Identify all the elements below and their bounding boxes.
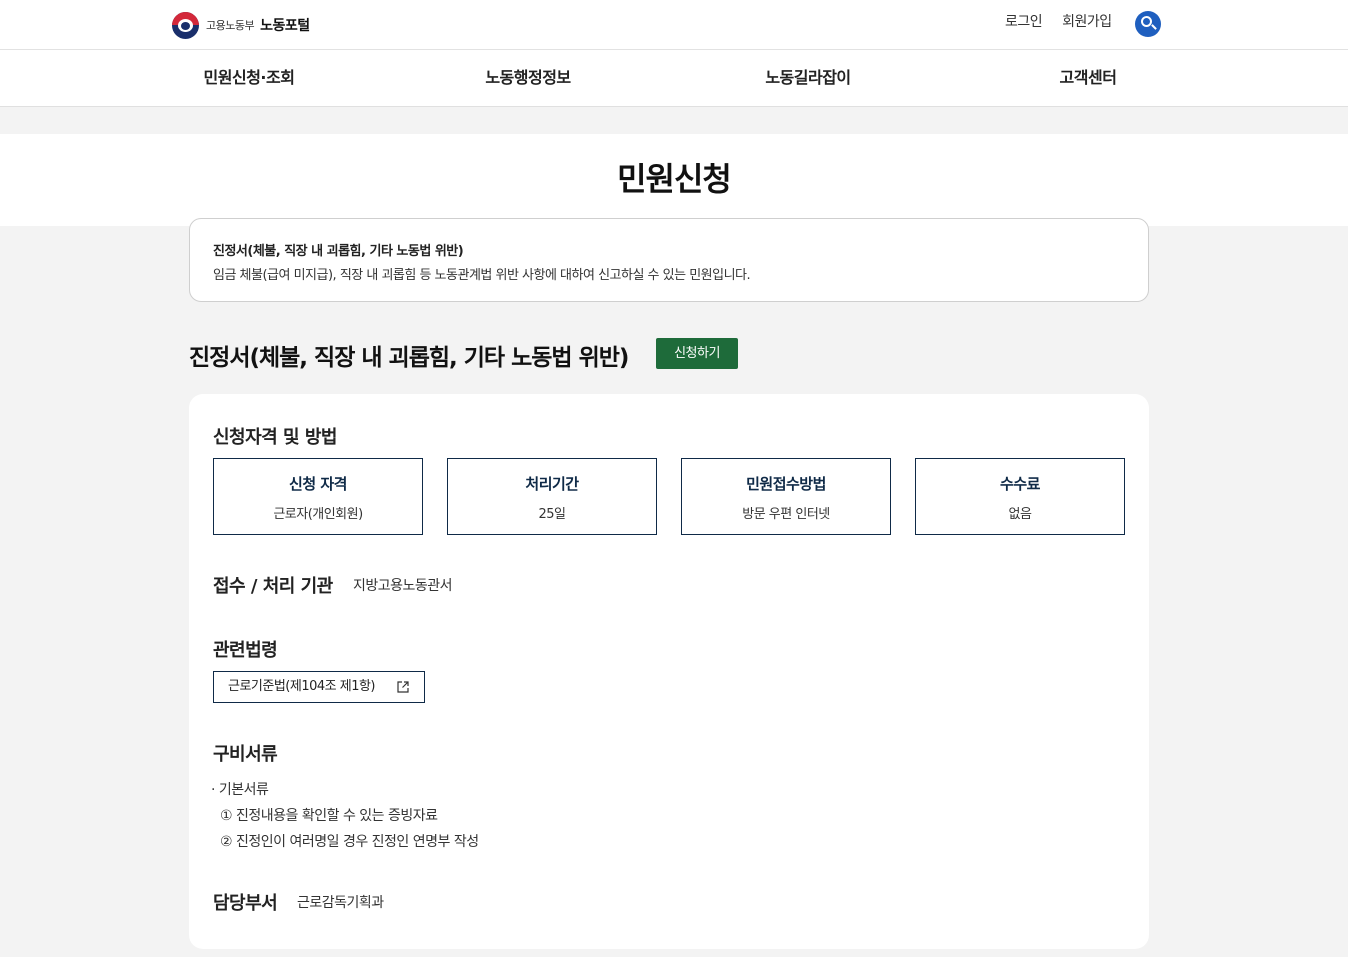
signup-link[interactable]: 회원가입 <box>1062 11 1112 31</box>
summary-title: 진정서(체불, 직장 내 괴롭힘, 기타 노동법 위반) <box>213 244 464 259</box>
document-item: ① 진정내용을 확인할 수 있는 증빙자료 <box>220 808 438 824</box>
related-law-label: 근로기준법(제104조 제1항) <box>228 679 376 694</box>
related-law-link[interactable]: 근로기준법(제104조 제1항) <box>213 671 425 703</box>
info-box-value: 방문 우편 인터넷 <box>742 507 830 522</box>
info-box-label: 신청 자격 <box>289 475 347 493</box>
department-value: 근로감독기획과 <box>297 895 384 911</box>
info-box-label: 민원접수방법 <box>746 475 826 493</box>
page-title: 민원신청 <box>617 160 732 198</box>
apply-button[interactable]: 신청하기 <box>656 338 738 369</box>
service-detail-card: 신청자격 및 방법 신청 자격 근로자(개인회원) 처리기간 25일 민원접수방… <box>189 394 1149 949</box>
summary-box: 진정서(체불, 직장 내 괴롭힘, 기타 노동법 위반) 임금 체불(급여 미지… <box>189 218 1149 302</box>
login-link[interactable]: 로그인 <box>1005 11 1043 31</box>
gnb-item-labor-guide[interactable]: 노동길라잡이 <box>708 50 908 106</box>
qualification-heading: 신청자격 및 방법 <box>213 427 337 448</box>
info-box-value: 근로자(개인회원) <box>273 507 363 522</box>
agency-value: 지방고용노동관서 <box>353 578 453 594</box>
info-box-label: 수수료 <box>1000 475 1040 493</box>
portal-logo[interactable]: 고용노동부 노동포털 <box>172 11 310 39</box>
law-heading: 관련법령 <box>213 640 278 661</box>
main-navigation: 민원신청·조회 노동행정정보 노동길라잡이 고객센터 <box>0 50 1348 107</box>
portal-name: 노동포털 <box>260 18 310 34</box>
info-box-label: 처리기간 <box>525 475 579 493</box>
department-heading: 담당부서 <box>213 893 278 914</box>
info-box-eligibility: 신청 자격 근로자(개인회원) <box>213 458 423 535</box>
auth-links: 로그인 회원가입 <box>1005 11 1112 31</box>
info-box-value: 없음 <box>1008 507 1032 522</box>
documents-group: · 기본서류 <box>211 782 269 798</box>
summary-description: 임금 체불(급여 미지급), 직장 내 괴롭힘 등 노동관계법 위반 사항에 대… <box>213 268 751 283</box>
search-button[interactable] <box>1135 11 1161 37</box>
service-title: 진정서(체불, 직장 내 괴롭힘, 기타 노동법 위반) <box>189 345 629 371</box>
info-box-fee: 수수료 없음 <box>915 458 1125 535</box>
agency-heading: 접수 / 처리 기관 <box>213 576 333 597</box>
info-box-processing-period: 처리기간 25일 <box>447 458 657 535</box>
external-link-icon <box>397 681 409 693</box>
info-box-value: 25일 <box>538 507 566 522</box>
documents-heading: 구비서류 <box>213 744 278 765</box>
gnb-item-customer-center[interactable]: 고객센터 <box>988 50 1188 106</box>
ministry-name: 고용노동부 <box>206 19 255 32</box>
gnb-item-labor-admin[interactable]: 노동행정정보 <box>428 50 628 106</box>
info-box-receipt-method: 민원접수방법 방문 우편 인터넷 <box>681 458 891 535</box>
taegeuk-emblem-icon <box>172 11 199 39</box>
top-header: 고용노동부 노동포털 로그인 회원가입 <box>0 0 1348 50</box>
document-item: ② 진정인이 여러명일 경우 진정인 연명부 작성 <box>220 834 479 850</box>
gnb-item-civil-apply[interactable]: 민원신청·조회 <box>149 50 349 106</box>
